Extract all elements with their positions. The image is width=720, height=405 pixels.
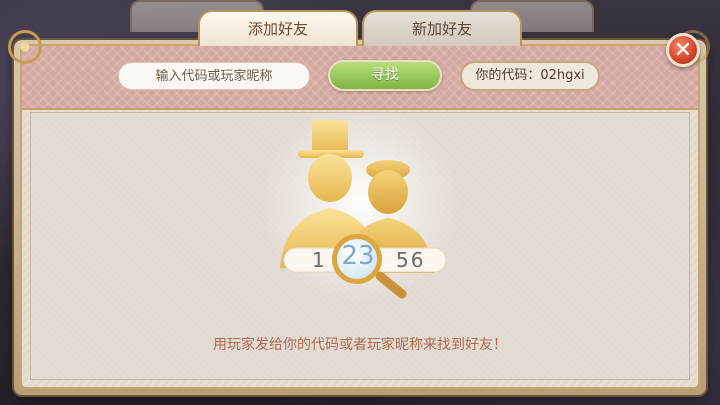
close-button[interactable]: ✕	[666, 33, 700, 67]
hint-text: 用玩家发给你的代码或者玩家昵称来找到好友！	[213, 337, 507, 353]
find-friend-illustration: 1 23 56	[250, 103, 470, 308]
player-code-display: 你的代码：02hgxi	[460, 61, 600, 91]
tab-new-friends[interactable]: 新加好友	[362, 10, 522, 46]
find-button[interactable]: 寻找	[328, 60, 442, 91]
corner-ornament-left	[8, 30, 42, 64]
digit-magnified: 23	[341, 241, 375, 271]
tab-add-friend[interactable]: 添加好友	[198, 10, 358, 46]
digit-right: 56	[396, 248, 426, 272]
search-input[interactable]: 输入代码或玩家昵称	[118, 62, 310, 90]
digit-left: 1	[312, 248, 325, 272]
close-icon: ✕	[673, 38, 693, 63]
